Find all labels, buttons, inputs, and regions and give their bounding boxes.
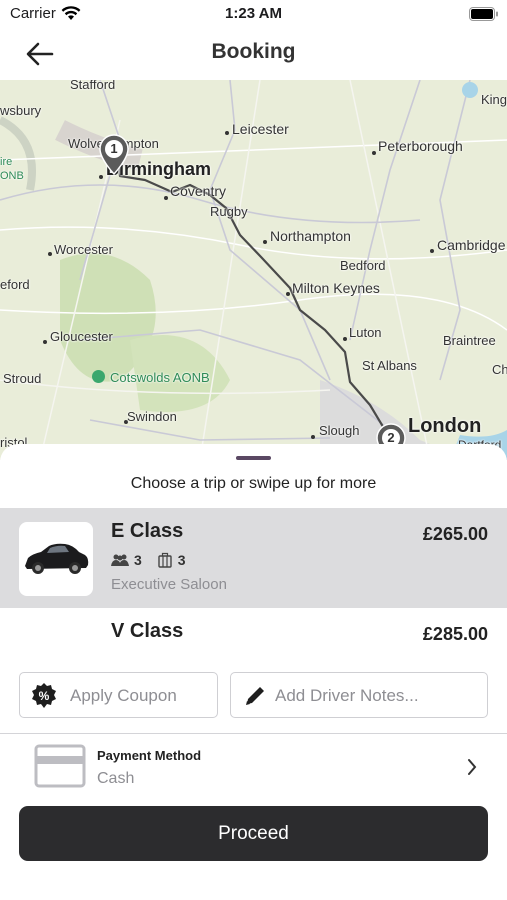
trip-description: Executive Saloon bbox=[111, 576, 227, 593]
luggage-icon bbox=[158, 552, 172, 568]
trip-sheet[interactable]: Choose a trip or swipe up for more E Cla… bbox=[0, 444, 507, 900]
city-dot bbox=[263, 240, 267, 244]
city-dot bbox=[43, 340, 47, 344]
apply-coupon-button[interactable]: % Apply Coupon bbox=[19, 672, 218, 718]
city-dot bbox=[225, 131, 229, 135]
payment-method-value: Cash bbox=[97, 770, 135, 787]
trip-name: V Class bbox=[111, 620, 184, 642]
car-thumbnail bbox=[19, 522, 93, 596]
city-dot bbox=[99, 175, 103, 179]
status-bar: Carrier 1:23 AM bbox=[0, 0, 507, 28]
map-label: Cotswolds AONB bbox=[110, 370, 210, 385]
page-title: Booking bbox=[211, 40, 296, 63]
payment-method-label: Payment Method bbox=[97, 748, 202, 763]
nav-bar: Booking bbox=[0, 28, 507, 80]
map-label: Stroud bbox=[3, 371, 42, 386]
map-label: Coventry bbox=[170, 183, 227, 199]
trip-option-v-class[interactable]: V Class £285.00 bbox=[0, 608, 507, 648]
map-label: ire ONB bbox=[0, 156, 24, 182]
credit-card-icon bbox=[34, 744, 86, 788]
map-label: Northampton bbox=[270, 228, 351, 244]
clock: 1:23 AM bbox=[225, 5, 282, 22]
payment-method-row[interactable]: Payment Method Cash bbox=[0, 734, 507, 800]
map-label: wsbury bbox=[0, 103, 42, 118]
park-icon bbox=[92, 370, 105, 383]
apply-coupon-label: Apply Coupon bbox=[70, 686, 177, 705]
trip-option-e-class[interactable]: E Class £265.00 3 3 Executive Saloon bbox=[0, 508, 507, 608]
map-label: King bbox=[481, 92, 507, 107]
map-label: Stafford bbox=[70, 80, 116, 92]
trip-list[interactable]: E Class £265.00 3 3 Executive Saloon V C… bbox=[0, 508, 507, 648]
trip-price: £285.00 bbox=[422, 624, 488, 644]
map-label: Slough bbox=[319, 423, 360, 438]
car-icon bbox=[25, 543, 89, 574]
map-label: Worcester bbox=[54, 242, 113, 257]
sheet-hint: Choose a trip or swipe up for more bbox=[130, 475, 377, 492]
pencil-icon bbox=[246, 687, 264, 705]
coupon-icon: % bbox=[32, 683, 56, 708]
passenger-count: 3 bbox=[134, 552, 142, 568]
map-label: Peterborough bbox=[378, 138, 463, 154]
end-marker-number: 2 bbox=[387, 430, 395, 445]
map-label: eford bbox=[0, 277, 30, 292]
map-label: Cambridge bbox=[437, 237, 506, 253]
map-label: Gloucester bbox=[50, 329, 113, 344]
city-dot bbox=[430, 249, 434, 253]
trip-capacity: 3 3 bbox=[111, 552, 186, 568]
trip-name: E Class bbox=[111, 520, 184, 542]
city-dot bbox=[164, 196, 168, 200]
map-label: London bbox=[408, 415, 482, 437]
svg-text:%: % bbox=[39, 689, 50, 703]
car-thumbnail bbox=[19, 622, 93, 648]
chevron-right-icon bbox=[468, 759, 477, 775]
map-label: Braintree bbox=[443, 333, 496, 348]
map-label: Swindon bbox=[127, 409, 177, 424]
start-marker-number: 1 bbox=[110, 141, 118, 156]
map-label: Bedford bbox=[340, 258, 386, 273]
map-label: Milton Keynes bbox=[292, 280, 380, 296]
trip-price: £265.00 bbox=[422, 524, 488, 544]
route-map[interactable]: Stafford wsbury King Wolverhampton Birmi… bbox=[0, 80, 507, 460]
city-dot bbox=[343, 337, 347, 341]
car-icon bbox=[19, 622, 93, 648]
proceed-button[interactable]: Proceed bbox=[19, 806, 488, 861]
add-driver-notes-button[interactable]: Add Driver Notes... bbox=[230, 672, 488, 718]
sheet-grabber[interactable] bbox=[236, 456, 271, 460]
battery-icon bbox=[469, 7, 498, 21]
luggage-count: 3 bbox=[177, 552, 186, 568]
passengers-icon bbox=[111, 554, 129, 566]
city-dot bbox=[311, 435, 315, 439]
city-dot bbox=[372, 151, 376, 155]
map-label: Rugby bbox=[210, 204, 248, 219]
map-label: Luton bbox=[349, 325, 382, 340]
add-driver-notes-label: Add Driver Notes... bbox=[275, 686, 419, 705]
map-label: Ch bbox=[492, 362, 507, 377]
city-dot bbox=[48, 252, 52, 256]
city-dot bbox=[286, 292, 290, 296]
map-label: Leicester bbox=[232, 121, 289, 137]
map-label: St Albans bbox=[362, 358, 417, 373]
